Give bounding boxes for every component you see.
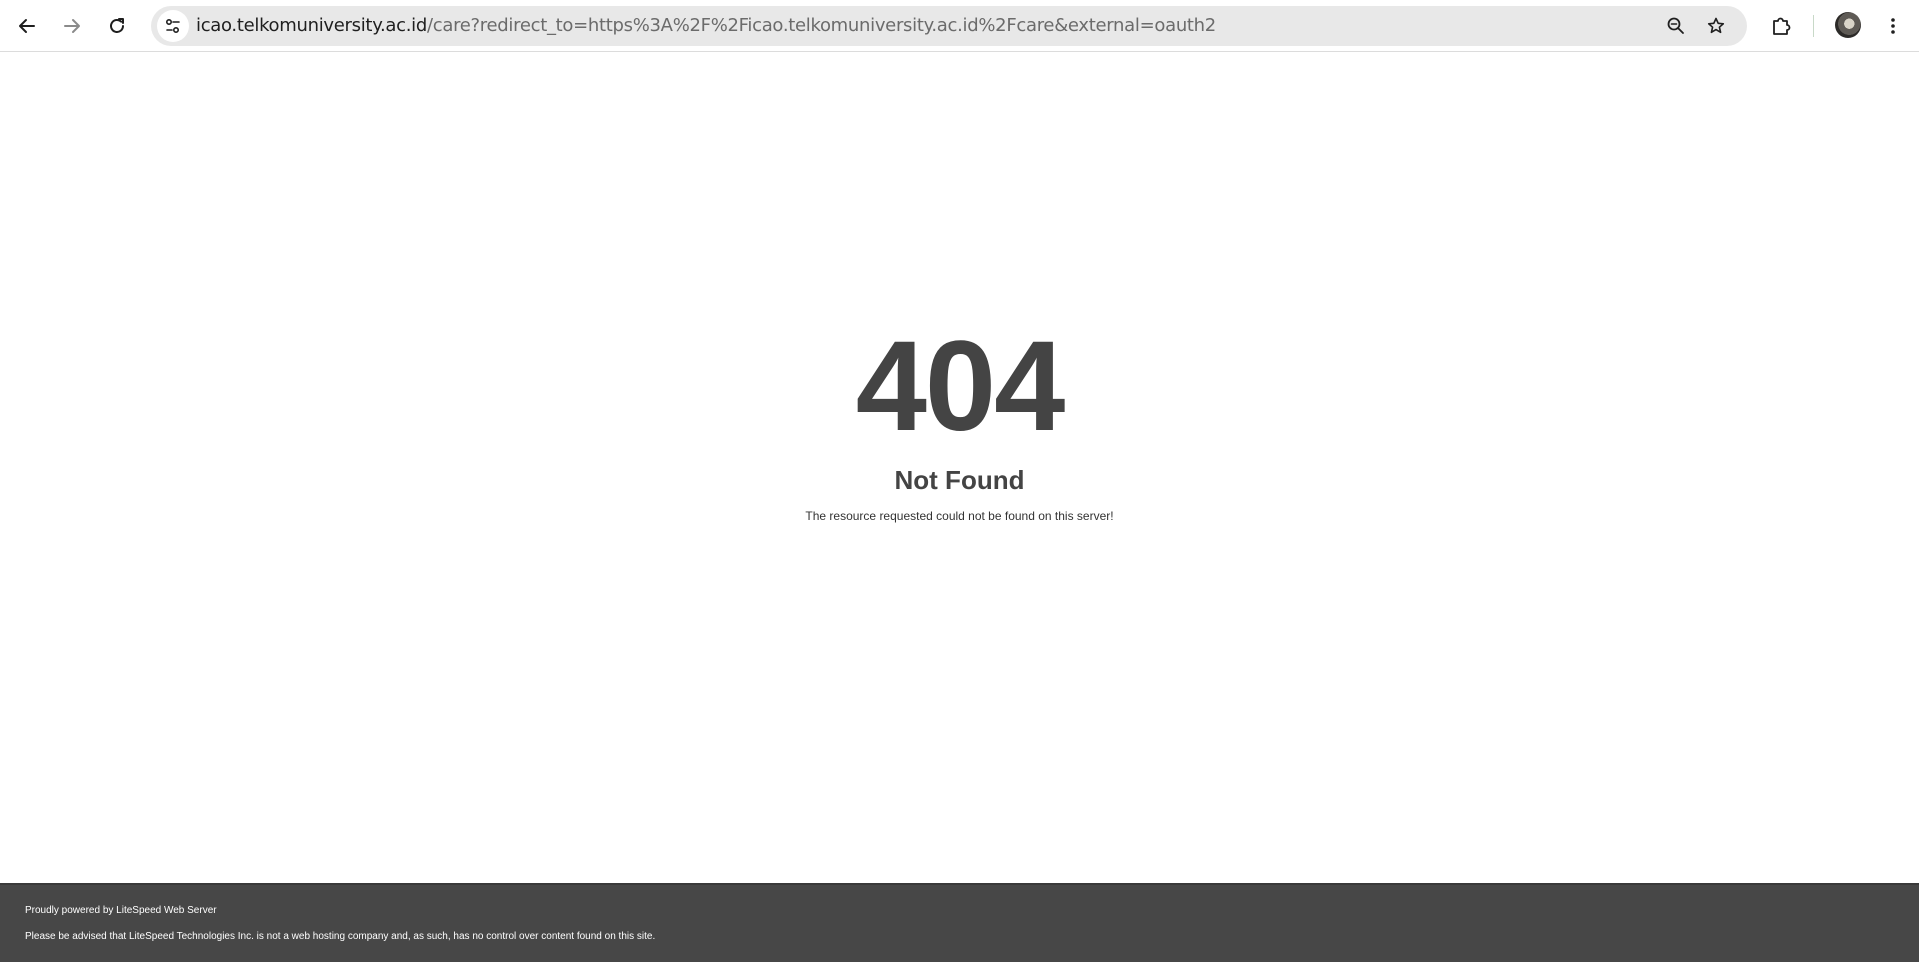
page-content: 404 Not Found The resource requested cou…: [0, 53, 1919, 883]
hosting-notice: Please be advised that LiteSpeed Technol…: [25, 931, 656, 942]
back-arrow-icon: [19, 19, 35, 33]
back-button[interactable]: [10, 9, 44, 43]
zoom-button[interactable]: [1660, 10, 1692, 42]
avatar[interactable]: [1835, 12, 1861, 38]
puzzle-icon: [1773, 17, 1791, 35]
forward-arrow-icon: [64, 19, 80, 33]
page-title: Not Found: [894, 465, 1025, 495]
address-bar[interactable]: icao.telkomuniversity.ac.id/care?redirec…: [151, 6, 1747, 46]
toolbar-separator: [1813, 15, 1814, 37]
reload-icon: [110, 18, 124, 33]
zoom-icon: [1667, 17, 1684, 34]
reload-button[interactable]: [100, 9, 134, 43]
star-icon: [1707, 17, 1725, 34]
kebab-menu-icon: [1891, 18, 1895, 34]
url-text[interactable]: icao.telkomuniversity.ac.id/care?redirec…: [196, 6, 1216, 46]
error-description: The resource requested could not be foun…: [805, 509, 1114, 523]
bookmark-button[interactable]: [1700, 10, 1732, 42]
error-code: 404: [855, 315, 1066, 458]
browser-toolbar: icao.telkomuniversity.ac.id/care?redirec…: [0, 0, 1919, 52]
extensions-button[interactable]: [1764, 9, 1798, 43]
footer: Proudly powered by LiteSpeed Web Server …: [0, 883, 1919, 962]
tune-icon: [165, 18, 180, 34]
url-path: /care?redirect_to=https%3A%2F%2Ficao.tel…: [426, 15, 1216, 36]
menu-button[interactable]: [1876, 9, 1910, 43]
forward-button[interactable]: [55, 9, 89, 43]
site-info-button[interactable]: [157, 10, 189, 42]
url-host: icao.telkomuniversity.ac.id: [196, 15, 427, 36]
powered-by-text: Proudly powered by LiteSpeed Web Server: [25, 905, 217, 916]
